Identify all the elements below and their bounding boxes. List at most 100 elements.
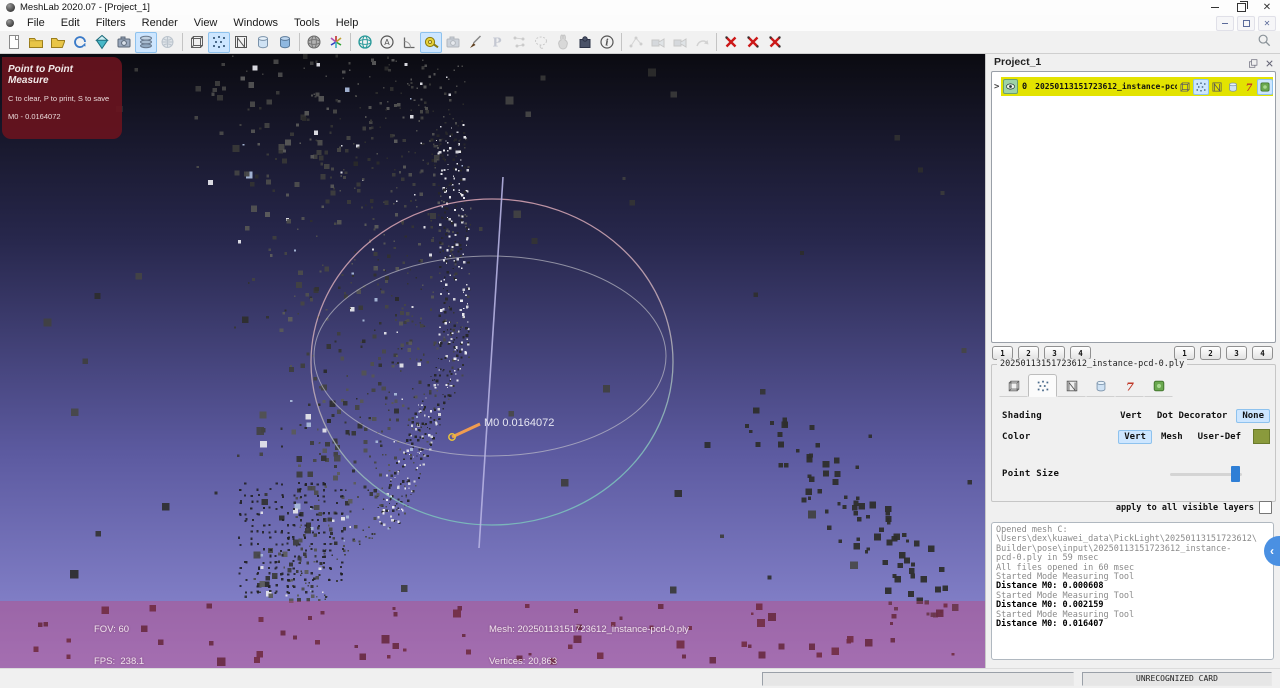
show-labels-button[interactable]: A	[376, 32, 398, 53]
render-bbox-button[interactable]	[186, 32, 208, 53]
pager-right-button-1[interactable]: 1	[1174, 346, 1195, 360]
menu-item-tools[interactable]: Tools	[286, 15, 328, 31]
shading-option-vert[interactable]: Vert	[1114, 409, 1148, 423]
menu-item-windows[interactable]: Windows	[225, 15, 286, 31]
point-size-slider-handle[interactable]	[1231, 465, 1240, 482]
render-smooth-button[interactable]	[303, 32, 325, 53]
z-painting-button[interactable]	[464, 32, 486, 53]
menu-item-file[interactable]: File	[19, 15, 53, 31]
3d-viewport[interactable]: Point to Point Measure C to clear, P to …	[0, 54, 985, 668]
layer-wireframe-button[interactable]	[1209, 79, 1225, 95]
delete-all-button[interactable]	[764, 32, 786, 53]
measure-angle-button[interactable]	[398, 32, 420, 53]
shading-option-none[interactable]: None	[1236, 409, 1270, 423]
tab-flat[interactable]	[1086, 374, 1115, 397]
color-option-mesh[interactable]: Mesh	[1155, 430, 1189, 444]
show-labels-icon: A	[380, 35, 394, 49]
meshlab-logo-icon	[6, 3, 15, 12]
shading-option-dot-decorator[interactable]: Dot Decorator	[1151, 409, 1233, 423]
point-size-slider[interactable]	[1170, 465, 1242, 482]
color-option-user-def[interactable]: User-Def	[1192, 430, 1247, 444]
measure-angle-icon	[403, 37, 415, 49]
import-mesh-button[interactable]	[47, 32, 69, 53]
measure-3d-label: M0 0.0164072	[484, 417, 555, 429]
log-distance-line: Distance M0: 0.016407	[996, 619, 1104, 630]
menu-item-help[interactable]: Help	[328, 15, 367, 31]
snapshot-button[interactable]	[113, 32, 135, 53]
save-project-button[interactable]	[91, 32, 113, 53]
pager-right-button-3[interactable]: 3	[1226, 346, 1247, 360]
measure-overlay-hint: C to clear, P to print, S to save	[8, 94, 110, 103]
close-button[interactable]: ✕	[1254, 0, 1280, 15]
minimize-button[interactable]	[1202, 0, 1228, 15]
search-icon[interactable]	[1257, 33, 1271, 52]
toolbar: A Pi	[0, 31, 1280, 54]
mdi-window-controls: ✕	[1216, 15, 1276, 31]
apply-all-checkbox[interactable]	[1259, 501, 1272, 514]
mesh-camera-a-icon	[651, 38, 665, 48]
user-def-color-swatch[interactable]	[1253, 429, 1270, 444]
pager-left-button-4[interactable]: 4	[1070, 346, 1091, 360]
show-axis-button[interactable]	[325, 32, 347, 53]
pager-right-button-2[interactable]: 2	[1200, 346, 1221, 360]
toolbar-separator	[182, 33, 183, 51]
mesh-filename: 20250113151723612_instance-pcd-0.ply	[997, 359, 1188, 369]
minimize-icon	[1211, 7, 1219, 8]
menu-item-edit[interactable]: Edit	[53, 15, 88, 31]
render-flat-icon	[280, 36, 290, 49]
pager-right-button-4[interactable]: 4	[1252, 346, 1273, 360]
layer-bbox-button[interactable]	[1177, 79, 1193, 95]
layer-row[interactable]: > 0 20250113151723612_instance-pcd-0 * 7	[994, 77, 1273, 96]
pager-left-button-2[interactable]: 2	[1018, 346, 1039, 360]
tab-texture[interactable]: 7	[1115, 374, 1144, 397]
mdi-close-button[interactable]: ✕	[1258, 15, 1276, 31]
render-flat-button[interactable]	[274, 32, 296, 53]
layer-name: 20250113151723612_instance-pcd-0 *	[1035, 82, 1177, 91]
layer-color-button[interactable]	[1257, 78, 1273, 95]
hud-vertices: Vertices: 20,863	[489, 655, 558, 667]
hud-mesh-info: Mesh: 20250113151723612_instance-pcd-0.p…	[489, 604, 689, 668]
color-option-vert[interactable]: Vert	[1118, 429, 1152, 444]
mdi-minimize-button[interactable]	[1216, 15, 1234, 31]
layer-row-highlight[interactable]: 0 20250113151723612_instance-pcd-0 * 7	[1001, 77, 1273, 96]
mdi-restore-button[interactable]	[1237, 15, 1255, 31]
layer-visibility-toggle[interactable]	[1003, 79, 1018, 94]
delete-vertices-button[interactable]	[720, 32, 742, 53]
layer-points-button[interactable]	[1193, 78, 1209, 95]
layer-flat-icon	[1229, 82, 1237, 92]
render-hidden-lines-button[interactable]	[252, 32, 274, 53]
render-wireframe-button[interactable]	[230, 32, 252, 53]
pager-left-button-3[interactable]: 3	[1044, 346, 1065, 360]
layer-expand-arrow[interactable]: >	[994, 82, 1001, 92]
show-layer-dialog-button[interactable]	[135, 31, 157, 53]
show-camera-button	[442, 32, 464, 53]
layer-flat-button[interactable]	[1225, 79, 1241, 95]
edit-point-link-icon	[629, 36, 643, 48]
layer-texture-button[interactable]: 7	[1241, 79, 1257, 95]
tab-points[interactable]	[1028, 374, 1057, 397]
pager-left-button-1[interactable]: 1	[992, 346, 1013, 360]
tab-color-icon	[1153, 380, 1164, 391]
tab-bbox[interactable]	[999, 374, 1028, 397]
show-trackball-button[interactable]	[354, 32, 376, 53]
measure-overlay-title: Point to Point Measure	[8, 64, 73, 86]
title-bar: MeshLab 2020.07 - [Project_1] ✕	[0, 0, 1280, 16]
point-selection-icon	[513, 36, 525, 48]
lasso-selection-button	[530, 32, 552, 53]
open-project-button[interactable]	[25, 32, 47, 53]
new-project-button[interactable]	[3, 32, 25, 53]
mesh-options-group: 20250113151723612_instance-pcd-0.ply 7 S…	[991, 359, 1276, 502]
menu-item-view[interactable]: View	[186, 15, 226, 31]
measure-tool-button[interactable]	[420, 31, 442, 53]
apply-all-label: apply to all visible layers	[1115, 502, 1254, 513]
menu-item-render[interactable]: Render	[134, 15, 186, 31]
geomf-plugin-button[interactable]	[574, 32, 596, 53]
menu-item-filters[interactable]: Filters	[88, 15, 134, 31]
reload-mesh-button[interactable]	[69, 32, 91, 53]
tab-wireframe[interactable]	[1057, 374, 1086, 397]
tab-color[interactable]	[1144, 374, 1173, 397]
delete-faces-button[interactable]	[742, 32, 764, 53]
render-points-button[interactable]	[208, 31, 230, 53]
restore-button[interactable]	[1228, 0, 1254, 15]
mesh-info-button[interactable]: i	[596, 32, 618, 53]
